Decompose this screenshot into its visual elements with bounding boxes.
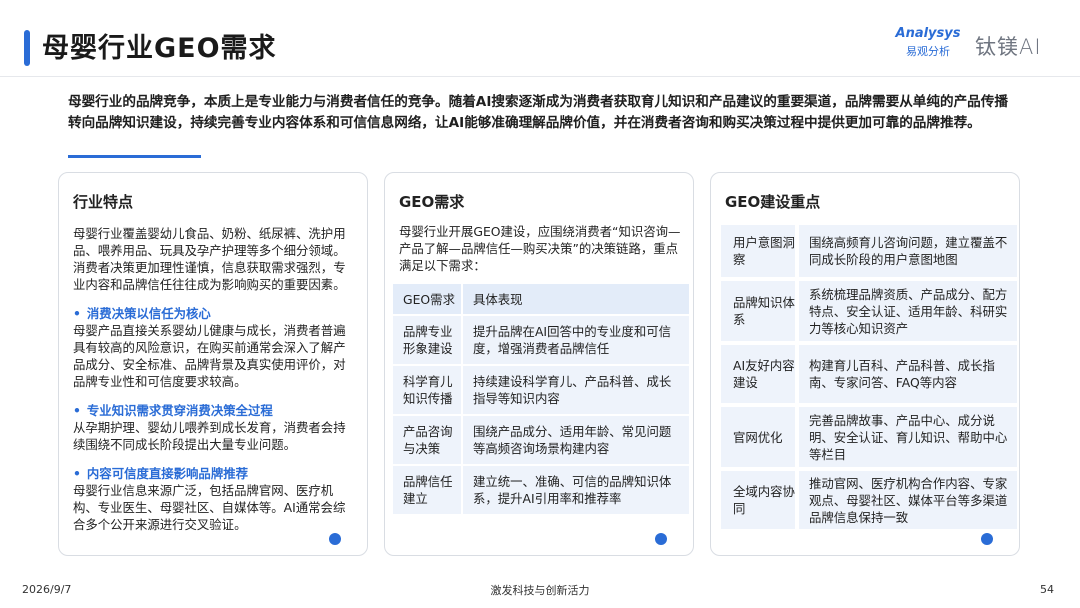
table-row: 官网优化 完善品牌故事、产品中心、成分说明、安全认证、育儿知识、帮助中心等栏目 — [721, 405, 1017, 467]
detail-cell: 围绕产品成分、适用年龄、常见问题等高频咨询场景构建内容 — [463, 414, 689, 464]
bullet-item: 内容可信度直接影响品牌推荐 母婴行业信息来源广泛，包括品牌官网、医疗机构、专业医… — [73, 465, 355, 533]
table-row: 品牌知识体系 系统梳理品牌资质、产品成分、配方特点、安全认证、适用年龄、科研实力… — [721, 279, 1017, 341]
focus-key-cell: 全域内容协同 — [721, 469, 797, 529]
page-number: 54 — [1040, 583, 1054, 596]
focus-value-cell: 推动官网、医疗机构合作内容、专家观点、母婴社区、媒体平台等多渠道品牌信息保持一致 — [799, 469, 1017, 529]
bullet-text: 从孕期护理、婴幼儿喂养到成长发育，消费者会持续围绕不同成长阶段提出大量专业问题。 — [73, 420, 346, 452]
card-title: GEO建设重点 — [725, 193, 821, 211]
table-row: 品牌信任建立 建立统一、准确、可信的品牌知识体系，提升AI引用率和推荐率 — [393, 464, 689, 514]
intro-underline — [68, 155, 201, 158]
table-row: 品牌专业形象建设 提升品牌在AI回答中的专业度和可信度，增强消费者品牌信任 — [393, 314, 689, 364]
table-row: 科学育儿知识传播 持续建设科学育儿、产品科普、成长指导等知识内容 — [393, 364, 689, 414]
card-intro: 母婴行业开展GEO建设，应围绕消费者“知识咨询—产品了解—品牌信任—购买决策”的… — [399, 224, 681, 273]
focus-key-cell: 用户意图洞察 — [721, 223, 797, 277]
focus-value-cell: 构建育儿百科、产品科普、成长指南、专家问答、FAQ等内容 — [799, 343, 1017, 403]
bullet-item: 专业知识需求贯穿消费决策全过程 从孕期护理、婴幼儿喂养到成长发育，消费者会持续围… — [73, 402, 355, 453]
card-dots-decoration — [981, 533, 1007, 545]
detail-cell: 建立统一、准确、可信的品牌知识体系，提升AI引用率和推荐率 — [463, 464, 689, 514]
bullet-heading: 内容可信度直接影响品牌推荐 — [73, 466, 248, 481]
focus-key-cell: 官网优化 — [721, 405, 797, 467]
need-cell: 品牌专业形象建设 — [393, 314, 463, 364]
card-title: 行业特点 — [73, 193, 134, 211]
footer-slogan: 激发科技与创新活力 — [490, 584, 590, 597]
industry-features-card: 行业特点 母婴行业覆盖婴幼儿食品、奶粉、纸尿裤、洗护用品、喂养用品、玩具及孕产护… — [58, 172, 368, 556]
geo-build-table: 用户意图洞察 围绕高频育儿咨询问题，建立覆盖不同成长阶段的用户意图地图 品牌知识… — [719, 221, 1019, 531]
card-paragraph: 母婴行业覆盖婴幼儿食品、奶粉、纸尿裤、洗护用品、喂养用品、玩具及孕产护理等多个细… — [73, 226, 346, 292]
geo-build-focus-card: GEO建设重点 用户意图洞察 围绕高频育儿咨询问题，建立覆盖不同成长阶段的用户意… — [710, 172, 1020, 556]
page-header: 母婴行业GEO需求 Analysys 易观分析 钛镁AI — [0, 0, 1080, 80]
detail-cell: 持续建设科学育儿、产品科普、成长指导等知识内容 — [463, 364, 689, 414]
card-title: GEO需求 — [399, 193, 465, 211]
bullet-item: 消费决策以信任为核心 母婴产品直接关系婴幼儿健康与成长，消费者普遍具有较高的风险… — [73, 305, 355, 390]
detail-cell: 提升品牌在AI回答中的专业度和可信度，增强消费者品牌信任 — [463, 314, 689, 364]
bullet-heading: 专业知识需求贯穿消费决策全过程 — [73, 403, 273, 418]
bullet-heading: 消费决策以信任为核心 — [73, 306, 211, 321]
focus-value-cell: 围绕高频育儿咨询问题，建立覆盖不同成长阶段的用户意图地图 — [799, 223, 1017, 277]
table-row: 用户意图洞察 围绕高频育儿咨询问题，建立覆盖不同成长阶段的用户意图地图 — [721, 223, 1017, 277]
table-row: AI友好内容建设 构建育儿百科、产品科普、成长指南、专家问答、FAQ等内容 — [721, 343, 1017, 403]
card-dots-decoration — [329, 533, 355, 545]
table-header-cell: 具体表现 — [463, 284, 689, 314]
need-cell: 品牌信任建立 — [393, 464, 463, 514]
table-row: 全域内容协同 推动官网、医疗机构合作内容、专家观点、母婴社区、媒体平台等多渠道品… — [721, 469, 1017, 529]
analysys-logo: Analysys 易观分析 — [893, 26, 963, 59]
bullet-text: 母婴行业信息来源广泛，包括品牌官网、医疗机构、专业医生、母婴社区、自媒体等。AI… — [73, 483, 346, 532]
focus-value-cell: 系统梳理品牌资质、产品成分、配方特点、安全认证、适用年龄、科研实力等核心知识资产 — [799, 279, 1017, 341]
analysys-logo-cn: 易观分析 — [906, 45, 950, 58]
need-cell: 产品咨询与决策 — [393, 414, 463, 464]
page-title: 母婴行业GEO需求 — [42, 33, 277, 64]
card-body: 母婴行业覆盖婴幼儿食品、奶粉、纸尿裤、洗护用品、喂养用品、玩具及孕产护理等多个细… — [73, 225, 355, 545]
focus-value-cell: 完善品牌故事、产品中心、成分说明、安全认证、育儿知识、帮助中心等栏目 — [799, 405, 1017, 467]
focus-key-cell: 品牌知识体系 — [721, 279, 797, 341]
table-row: 产品咨询与决策 围绕产品成分、适用年龄、常见问题等高频咨询场景构建内容 — [393, 414, 689, 464]
card-dots-decoration — [655, 533, 681, 545]
taimei-ai-logo: 钛镁AI — [975, 35, 1042, 59]
title-accent-bar — [24, 30, 30, 66]
table-header-row: GEO需求 具体表现 — [393, 284, 689, 314]
table-header-cell: GEO需求 — [393, 284, 463, 314]
analysys-logo-en: Analysys — [895, 26, 961, 41]
focus-key-cell: AI友好内容建设 — [721, 343, 797, 403]
header-divider — [0, 76, 1080, 77]
need-cell: 科学育儿知识传播 — [393, 364, 463, 414]
bullet-text: 母婴产品直接关系婴幼儿健康与成长，消费者普遍具有较高的风险意识，在购买前通常会深… — [73, 323, 346, 389]
intro-paragraph: 母婴行业的品牌竞争，本质上是专业能力与消费者信任的竞争。随着AI搜索逐渐成为消费… — [68, 94, 1008, 131]
geo-needs-table: GEO需求 具体表现 品牌专业形象建设 提升品牌在AI回答中的专业度和可信度，增… — [393, 284, 689, 514]
geo-needs-card: GEO需求 母婴行业开展GEO建设，应围绕消费者“知识咨询—产品了解—品牌信任—… — [384, 172, 694, 556]
